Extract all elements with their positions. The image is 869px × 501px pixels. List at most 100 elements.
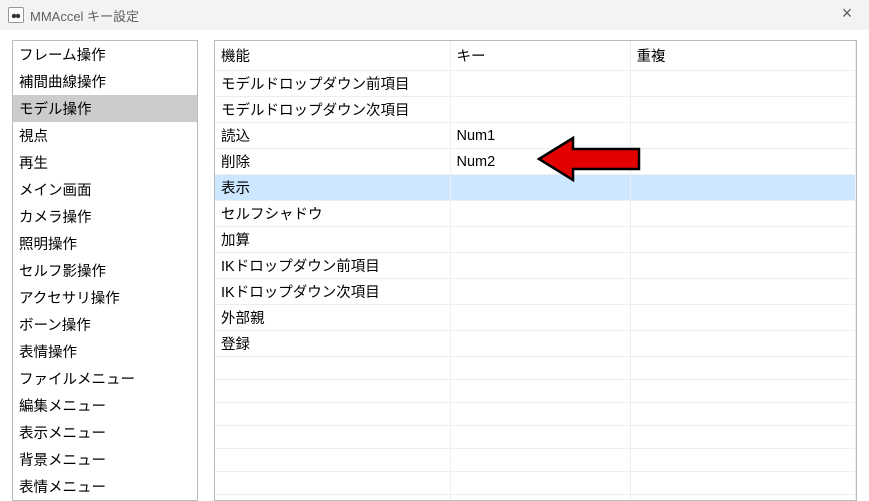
cell-dup[interactable]	[630, 97, 856, 123]
cell-dup[interactable]	[630, 149, 856, 175]
table-row[interactable]: 登録	[215, 331, 856, 357]
cell-dup[interactable]	[630, 253, 856, 279]
cell-func[interactable]: IKドロップダウン次項目	[215, 279, 450, 305]
col-header-func[interactable]: 機能	[215, 41, 450, 71]
cell-key[interactable]	[450, 380, 630, 403]
cell-dup[interactable]	[630, 123, 856, 149]
table-row[interactable]	[215, 357, 856, 380]
cell-dup[interactable]	[630, 227, 856, 253]
cell-dup[interactable]	[630, 426, 856, 449]
cell-func[interactable]: モデルドロップダウン前項目	[215, 71, 450, 97]
cell-func[interactable]: セルフシャドウ	[215, 201, 450, 227]
keybind-table[interactable]: 機能 キー 重複 モデルドロップダウン前項目モデルドロップダウン次項目読込Num…	[215, 41, 856, 501]
close-icon[interactable]: ×	[835, 4, 859, 22]
sidebar-item[interactable]: 編集メニュー	[13, 392, 197, 419]
cell-func[interactable]	[215, 449, 450, 472]
window-title: MMAccel キー設定	[30, 6, 139, 25]
sidebar-item[interactable]: 表情メニュー	[13, 473, 197, 500]
sidebar-item[interactable]: 表情操作	[13, 338, 197, 365]
sidebar-item[interactable]: 補間曲線操作	[13, 68, 197, 95]
app-icon	[8, 7, 24, 23]
cell-func[interactable]	[215, 380, 450, 403]
cell-key[interactable]	[450, 472, 630, 495]
col-header-key[interactable]: キー	[450, 41, 630, 71]
cell-key[interactable]	[450, 253, 630, 279]
sidebar-item[interactable]: ファイルメニュー	[13, 365, 197, 392]
table-row[interactable]: 表示	[215, 175, 856, 201]
table-row[interactable]: モデルドロップダウン前項目	[215, 71, 856, 97]
cell-func[interactable]	[215, 472, 450, 495]
category-list[interactable]: フレーム操作補間曲線操作モデル操作視点再生メイン画面カメラ操作照明操作セルフ影操…	[12, 40, 198, 501]
keybind-table-panel: 機能 キー 重複 モデルドロップダウン前項目モデルドロップダウン次項目読込Num…	[214, 40, 857, 501]
table-row[interactable]	[215, 380, 856, 403]
sidebar-item[interactable]: 背景メニュー	[13, 446, 197, 473]
cell-key[interactable]	[450, 495, 630, 501]
col-header-dup[interactable]: 重複	[630, 41, 856, 71]
sidebar-item[interactable]: 照明操作	[13, 230, 197, 257]
cell-key[interactable]	[450, 201, 630, 227]
sidebar-item[interactable]: 再生	[13, 149, 197, 176]
table-row[interactable]: モデルドロップダウン次項目	[215, 97, 856, 123]
cell-dup[interactable]	[630, 175, 856, 201]
cell-dup[interactable]	[630, 305, 856, 331]
cell-key[interactable]	[450, 279, 630, 305]
sidebar-item[interactable]: ボーン操作	[13, 311, 197, 338]
cell-key[interactable]	[450, 331, 630, 357]
sidebar-item[interactable]: アクセサリ操作	[13, 284, 197, 311]
table-row[interactable]: 加算	[215, 227, 856, 253]
sidebar-item[interactable]: 表示メニュー	[13, 419, 197, 446]
cell-func[interactable]	[215, 357, 450, 380]
cell-dup[interactable]	[630, 71, 856, 97]
cell-func[interactable]	[215, 426, 450, 449]
sidebar-item[interactable]: 視点	[13, 122, 197, 149]
cell-key[interactable]	[450, 426, 630, 449]
cell-key[interactable]	[450, 71, 630, 97]
cell-func[interactable]: 加算	[215, 227, 450, 253]
cell-func[interactable]: 登録	[215, 331, 450, 357]
table-row[interactable]	[215, 403, 856, 426]
table-row[interactable]	[215, 449, 856, 472]
cell-dup[interactable]	[630, 449, 856, 472]
table-row[interactable]: 読込Num1	[215, 123, 856, 149]
cell-key[interactable]	[450, 357, 630, 380]
cell-dup[interactable]	[630, 331, 856, 357]
table-row[interactable]	[215, 472, 856, 495]
table-row[interactable]: IKドロップダウン前項目	[215, 253, 856, 279]
sidebar-item[interactable]: フレーム操作	[13, 41, 197, 68]
table-row[interactable]: セルフシャドウ	[215, 201, 856, 227]
sidebar-item[interactable]: セルフ影操作	[13, 257, 197, 284]
cell-func[interactable]: 読込	[215, 123, 450, 149]
table-row[interactable]: 削除Num2	[215, 149, 856, 175]
cell-key[interactable]	[450, 449, 630, 472]
cell-key[interactable]: Num2	[450, 149, 630, 175]
cell-func[interactable]: 外部親	[215, 305, 450, 331]
content-area: フレーム操作補間曲線操作モデル操作視点再生メイン画面カメラ操作照明操作セルフ影操…	[0, 30, 869, 501]
cell-func[interactable]: IKドロップダウン前項目	[215, 253, 450, 279]
table-row[interactable]: 外部親	[215, 305, 856, 331]
cell-key[interactable]	[450, 97, 630, 123]
cell-key[interactable]	[450, 403, 630, 426]
table-row[interactable]	[215, 426, 856, 449]
cell-dup[interactable]	[630, 201, 856, 227]
cell-dup[interactable]	[630, 357, 856, 380]
cell-dup[interactable]	[630, 472, 856, 495]
sidebar-item[interactable]: カメラ操作	[13, 203, 197, 230]
cell-key[interactable]	[450, 305, 630, 331]
cell-dup[interactable]	[630, 380, 856, 403]
cell-key[interactable]	[450, 227, 630, 253]
cell-func[interactable]: 削除	[215, 149, 450, 175]
table-row[interactable]	[215, 495, 856, 501]
titlebar: MMAccel キー設定 ×	[0, 0, 869, 30]
cell-func[interactable]: 表示	[215, 175, 450, 201]
sidebar-item[interactable]: モデル操作	[13, 95, 197, 122]
cell-func[interactable]	[215, 403, 450, 426]
cell-key[interactable]: Num1	[450, 123, 630, 149]
cell-dup[interactable]	[630, 495, 856, 501]
cell-dup[interactable]	[630, 403, 856, 426]
cell-dup[interactable]	[630, 279, 856, 305]
cell-func[interactable]: モデルドロップダウン次項目	[215, 97, 450, 123]
table-row[interactable]: IKドロップダウン次項目	[215, 279, 856, 305]
sidebar-item[interactable]: メイン画面	[13, 176, 197, 203]
cell-key[interactable]	[450, 175, 630, 201]
cell-func[interactable]	[215, 495, 450, 501]
